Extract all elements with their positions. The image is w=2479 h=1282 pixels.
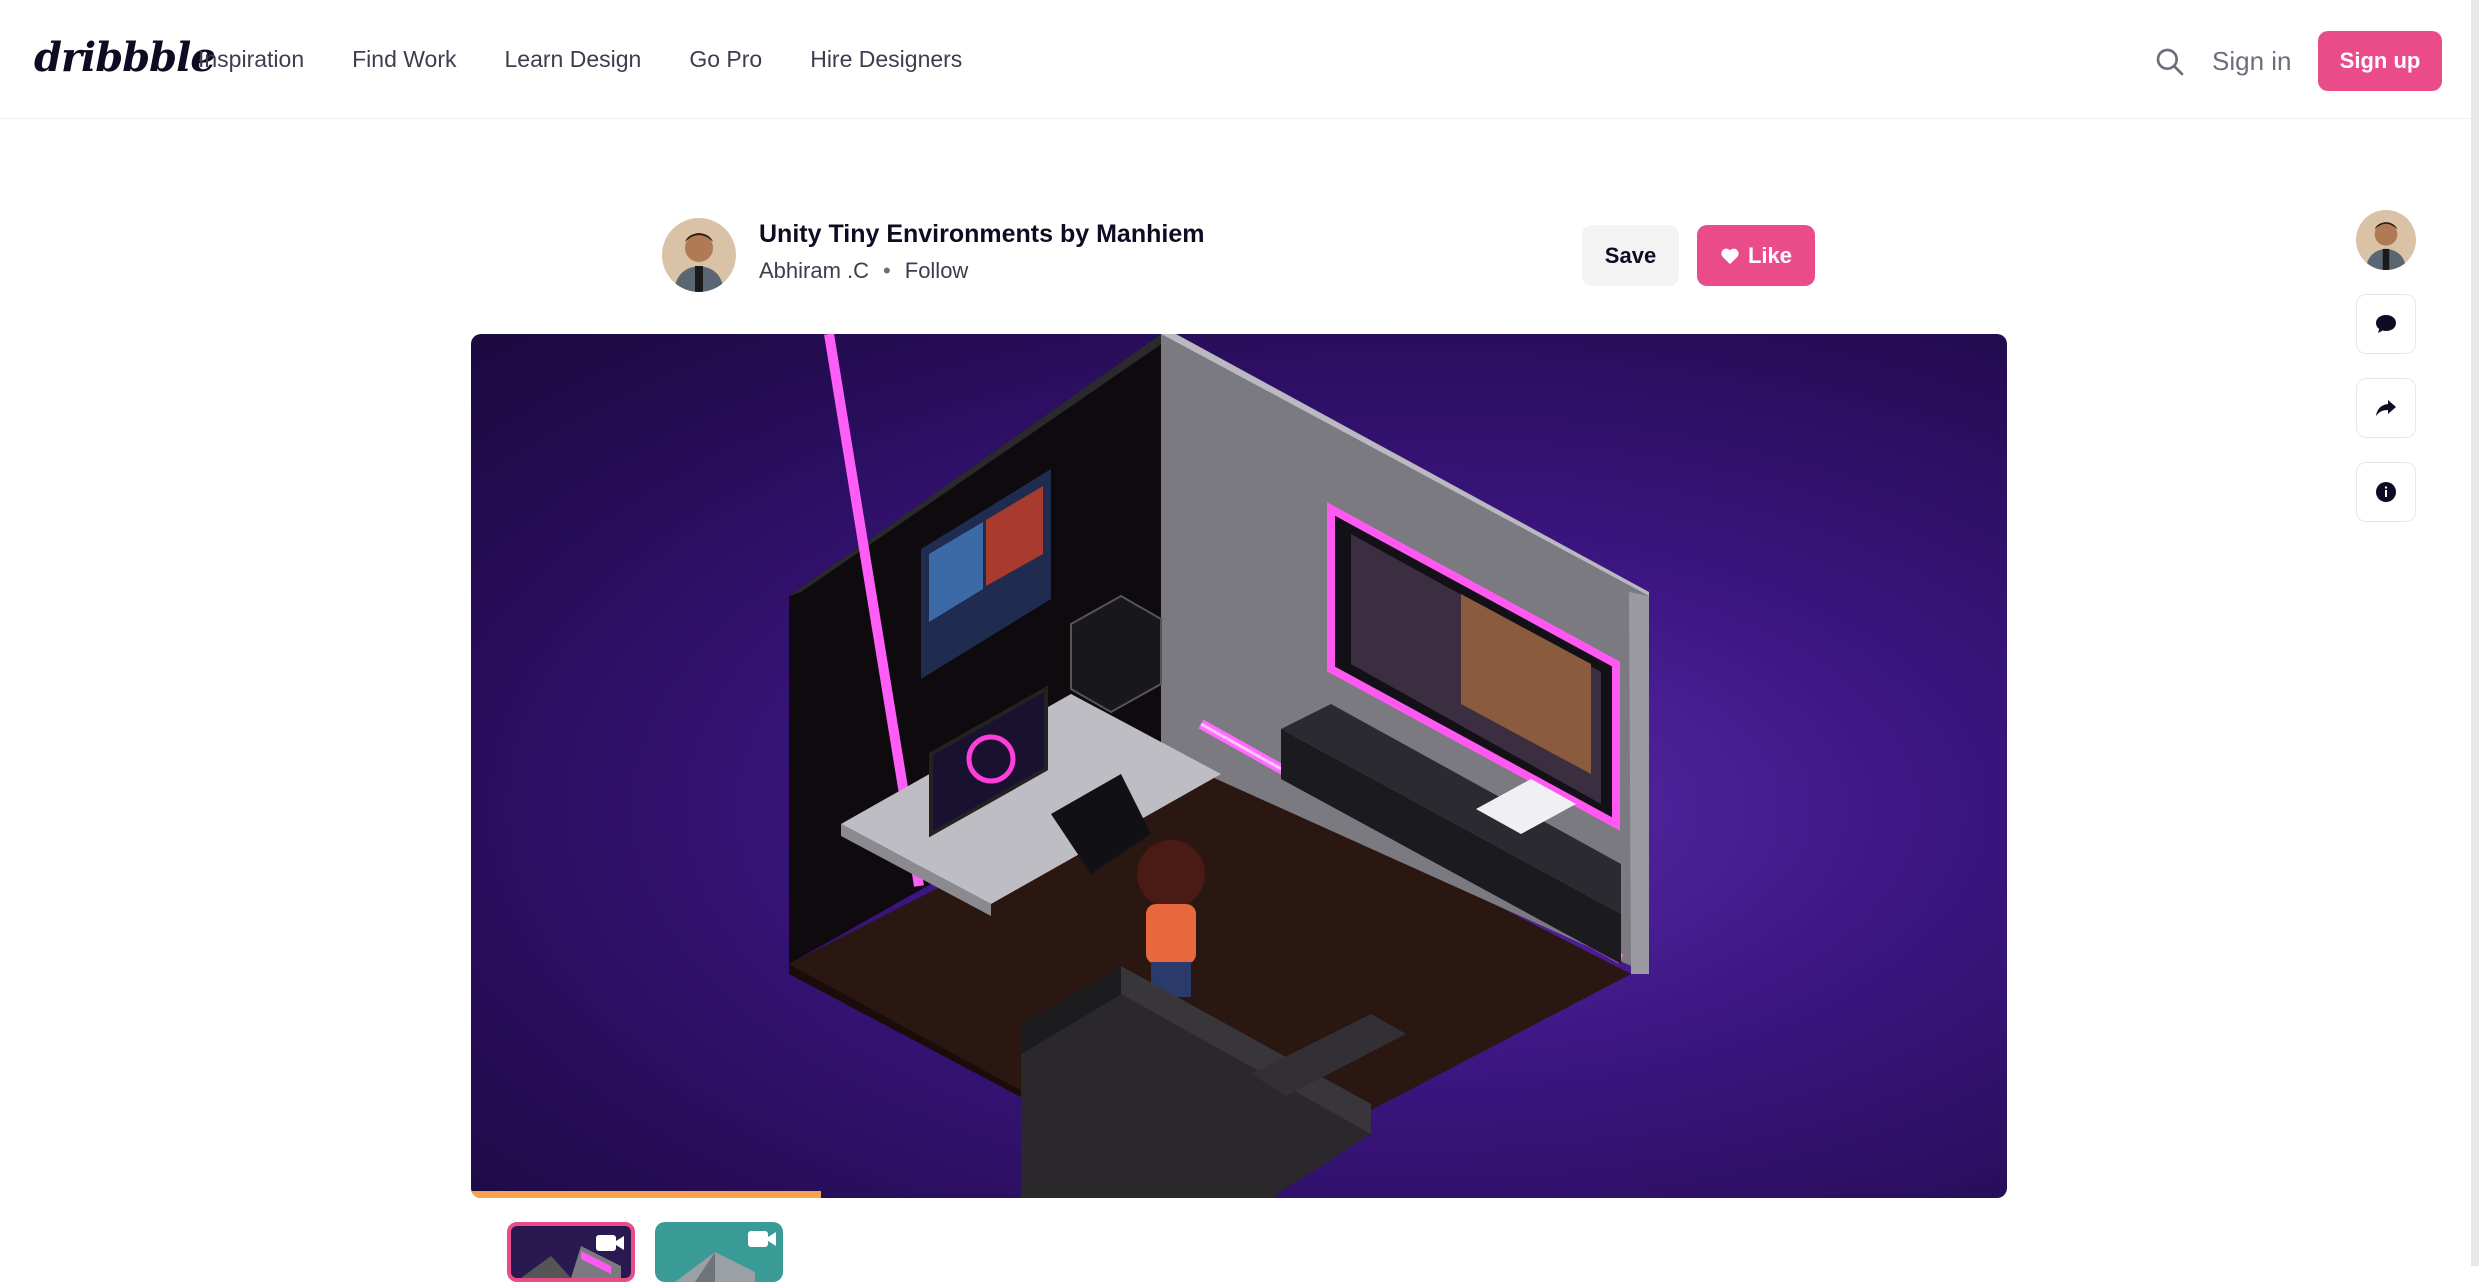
shot-media[interactable] [471, 334, 2007, 1198]
search-icon[interactable] [2154, 46, 2186, 78]
nav-hire-designers[interactable]: Hire Designers [810, 46, 962, 73]
like-button[interactable]: Like [1697, 225, 1815, 286]
media-thumbnail-2[interactable] [655, 1222, 783, 1282]
sign-in-link[interactable]: Sign in [2212, 46, 2292, 77]
video-icon [596, 1235, 624, 1251]
share-icon [2376, 400, 2396, 416]
sign-up-button[interactable]: Sign up [2318, 31, 2442, 91]
nav-learn-design[interactable]: Learn Design [505, 46, 642, 73]
shot-title: Unity Tiny Environments by Manhiem [759, 220, 1205, 248]
nav-find-work[interactable]: Find Work [352, 46, 456, 73]
heart-icon [1721, 248, 1739, 264]
dribbble-logo[interactable]: dribbble [34, 34, 216, 81]
follow-link[interactable]: Follow [905, 258, 969, 284]
author-name[interactable]: Abhiram .C [759, 258, 869, 284]
media-thumbnail-1[interactable] [507, 1222, 635, 1282]
like-label: Like [1747, 242, 1793, 268]
comments-button[interactable] [2356, 294, 2416, 354]
info-button[interactable] [2356, 462, 2416, 522]
page-scrollbar[interactable] [2471, 0, 2479, 1266]
save-button[interactable]: Save [1582, 225, 1679, 286]
nav-inspiration[interactable]: Inspiration [198, 46, 304, 73]
video-progress-bar[interactable] [471, 1191, 822, 1198]
video-icon [748, 1231, 776, 1247]
rail-author-avatar[interactable] [2356, 210, 2416, 270]
isometric-room-illustration [789, 334, 1649, 1198]
share-button[interactable] [2356, 378, 2416, 438]
author-avatar[interactable] [662, 218, 736, 292]
info-icon [2376, 482, 2396, 502]
top-navbar: dribbble Inspiration Find Work Learn Des… [0, 0, 2479, 119]
main-nav: Inspiration Find Work Learn Design Go Pr… [198, 46, 1010, 73]
byline-separator: • [883, 258, 891, 283]
comment-icon [2376, 315, 2396, 333]
shot-byline: Abhiram .C • Follow [759, 258, 968, 284]
nav-go-pro[interactable]: Go Pro [689, 46, 762, 73]
